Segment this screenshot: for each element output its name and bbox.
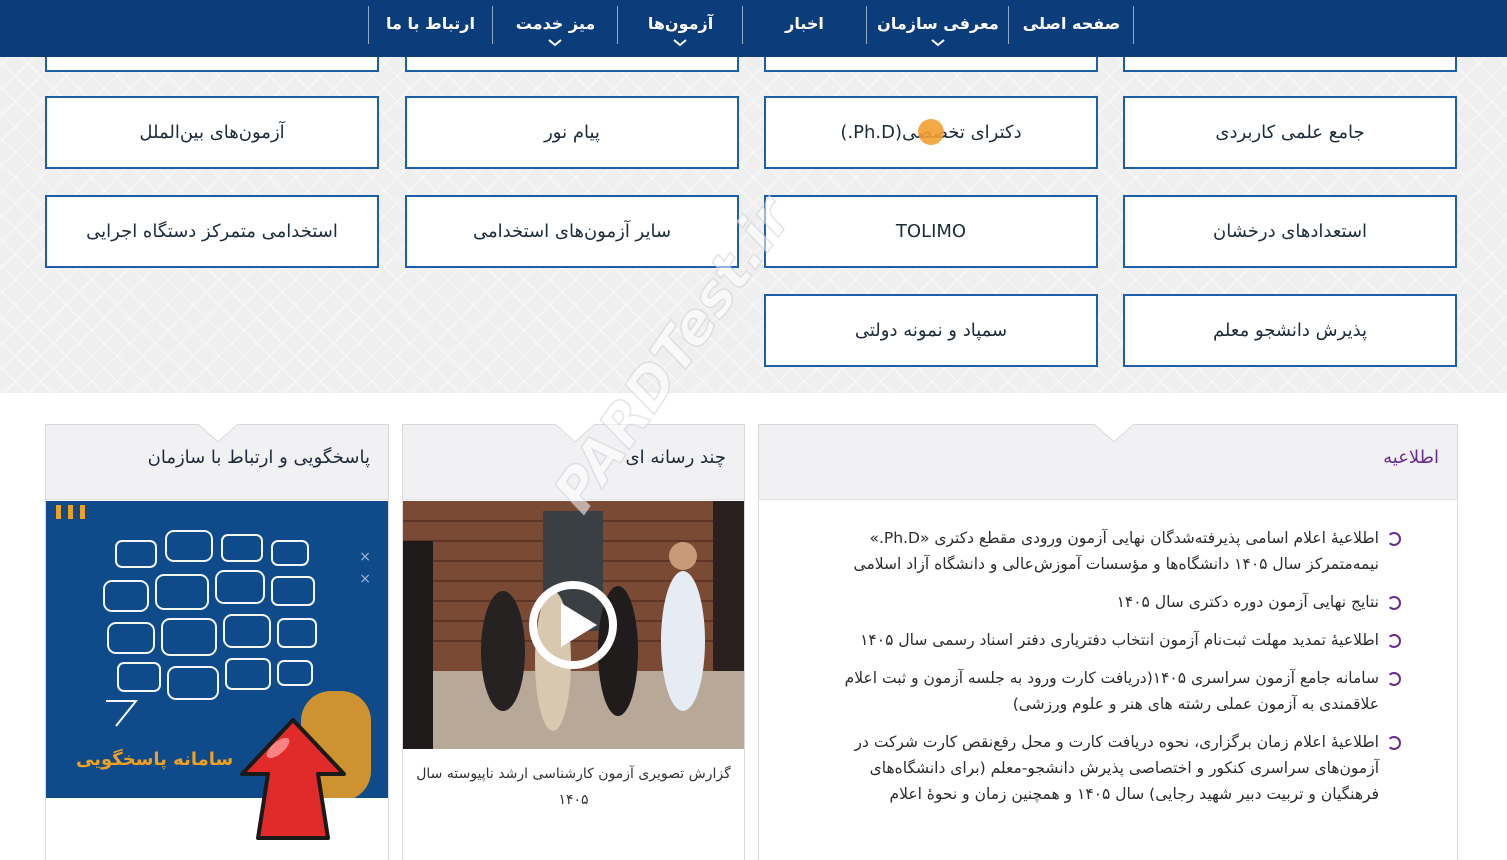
exam-button-partial[interactable] <box>45 57 379 72</box>
support-banner-label: سامانه پاسخگویی <box>76 749 234 770</box>
nav-separator <box>617 6 618 44</box>
cursor-highlight <box>918 119 944 145</box>
announcements-panel: اطلاعیه اطلاعیهٔ اعلام اسامی پذیرفته‌شدگ… <box>758 424 1458 860</box>
header-notch <box>198 424 238 443</box>
nav-separator <box>492 6 493 44</box>
multimedia-panel: چند رسانه ای گزارش تصویری آزمون کارشناسی… <box>402 424 745 860</box>
nav-item-contact[interactable]: ارتباط با ما <box>369 0 492 46</box>
multimedia-title: چند رسانه ای <box>625 447 726 468</box>
exam-button-applied-science[interactable]: جامع علمی کاربردی <box>1123 96 1457 169</box>
chevron-down-icon <box>673 39 687 47</box>
video-scene-image <box>403 501 744 749</box>
svg-text:×: × <box>359 571 371 587</box>
chevron-down-icon <box>931 39 945 47</box>
announcement-item[interactable]: اطلاعیهٔ اعلام زمان برگزاری، نحوه دریافت… <box>821 729 1401 807</box>
circle-bullet-icon <box>1387 634 1401 648</box>
exam-button-payame-noor[interactable]: پیام نور <box>405 96 739 169</box>
circle-bullet-icon <box>1387 532 1401 546</box>
exam-grid-section: جامع علمی کاربردی دکترای تخصصی(Ph.D.) پی… <box>0 57 1507 393</box>
exam-button-partial[interactable] <box>1123 57 1457 72</box>
chevron-down-icon <box>548 39 562 47</box>
circle-bullet-icon <box>1387 672 1401 686</box>
nav-separator <box>1008 6 1009 44</box>
announcements-title: اطلاعیه <box>1383 447 1439 468</box>
exam-button-partial[interactable] <box>764 57 1098 72</box>
video-thumbnail[interactable] <box>403 501 744 749</box>
exam-button-other-employment[interactable]: سایر آزمون‌های استخدامی <box>405 195 739 268</box>
red-arrow-icon <box>240 718 346 840</box>
header-notch <box>1094 424 1134 443</box>
support-title: پاسخگویی و ارتباط با سازمان <box>147 447 370 468</box>
nav-separator <box>368 6 369 44</box>
exam-button-talented[interactable]: استعدادهای درخشان <box>1123 195 1457 268</box>
exam-button-international[interactable]: آزمون‌های بین‌الملل <box>45 96 379 169</box>
exam-button-tolimo[interactable]: TOLIMO <box>764 195 1098 268</box>
nav-separator <box>866 6 867 44</box>
circle-bullet-icon <box>1387 736 1401 750</box>
nav-separator <box>742 6 743 44</box>
header-notch <box>555 424 595 443</box>
nav-item-home[interactable]: صفحه اصلی <box>1010 0 1133 46</box>
exam-button-sampad[interactable]: سمپاد و نمونه دولتی <box>764 294 1098 367</box>
nav-item-news[interactable]: اخبار <box>743 0 866 46</box>
exam-button-teacher-student[interactable]: پذیرش دانشجو معلم <box>1123 294 1457 367</box>
announcements-list: اطلاعیهٔ اعلام اسامی پذیرفته‌شدگان نهایی… <box>821 525 1401 819</box>
circle-bullet-icon <box>1387 596 1401 610</box>
announcement-item[interactable]: اطلاعیهٔ اعلام اسامی پذیرفته‌شدگان نهایی… <box>821 525 1401 577</box>
exam-button-central-employment[interactable]: استخدامی متمرکز دستگاه اجرایی <box>45 195 379 268</box>
video-caption[interactable]: گزارش تصویری آزمون کارشناسی ارشد ناپیوست… <box>413 761 734 813</box>
nav-separator <box>1133 6 1134 44</box>
announcement-item[interactable]: نتایج نهایی آزمون دوره دکتری سال ۱۴۰۵ <box>821 589 1401 615</box>
top-navigation-bar: صفحه اصلی معرفی سازمان اخبار آزمون‌ها می… <box>0 0 1507 57</box>
svg-text:×: × <box>359 549 371 565</box>
announcement-item[interactable]: اطلاعیهٔ تمدید مهلت ثبت‌نام آزمون انتخاب… <box>821 627 1401 653</box>
announcement-item[interactable]: سامانه جامع آزمون سراسری ۱۴۰۵(دریافت کار… <box>821 665 1401 717</box>
exam-button-partial[interactable] <box>405 57 739 72</box>
